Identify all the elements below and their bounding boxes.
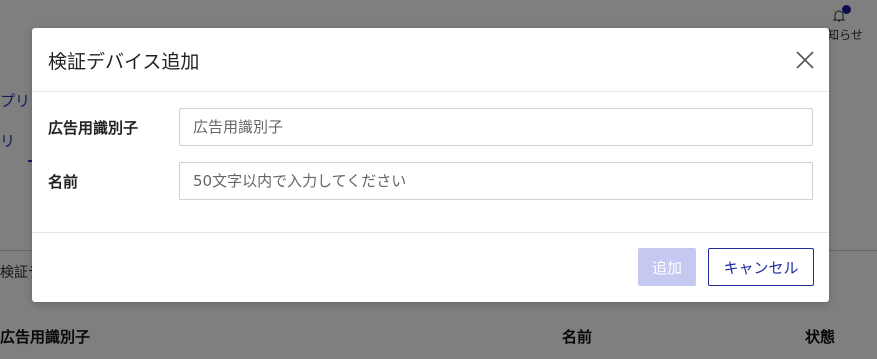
modal-body: 広告用識別子 名前 xyxy=(32,92,829,233)
modal-header: 検証デバイス追加 xyxy=(32,28,829,92)
ad-id-row: 広告用識別子 xyxy=(48,108,813,146)
name-row: 名前 xyxy=(48,162,813,200)
name-input[interactable] xyxy=(179,162,813,200)
ad-id-input[interactable] xyxy=(179,108,813,146)
add-test-device-modal: 検証デバイス追加 広告用識別子 名前 追加 キャンセル xyxy=(32,28,829,302)
close-icon[interactable] xyxy=(795,50,815,70)
modal-footer: 追加 キャンセル xyxy=(32,232,829,302)
cancel-button[interactable]: キャンセル xyxy=(708,248,814,286)
ad-id-label: 広告用識別子 xyxy=(48,118,139,137)
add-button[interactable]: 追加 xyxy=(638,248,696,286)
name-label: 名前 xyxy=(48,172,79,191)
modal-title: 検証デバイス追加 xyxy=(48,51,200,73)
